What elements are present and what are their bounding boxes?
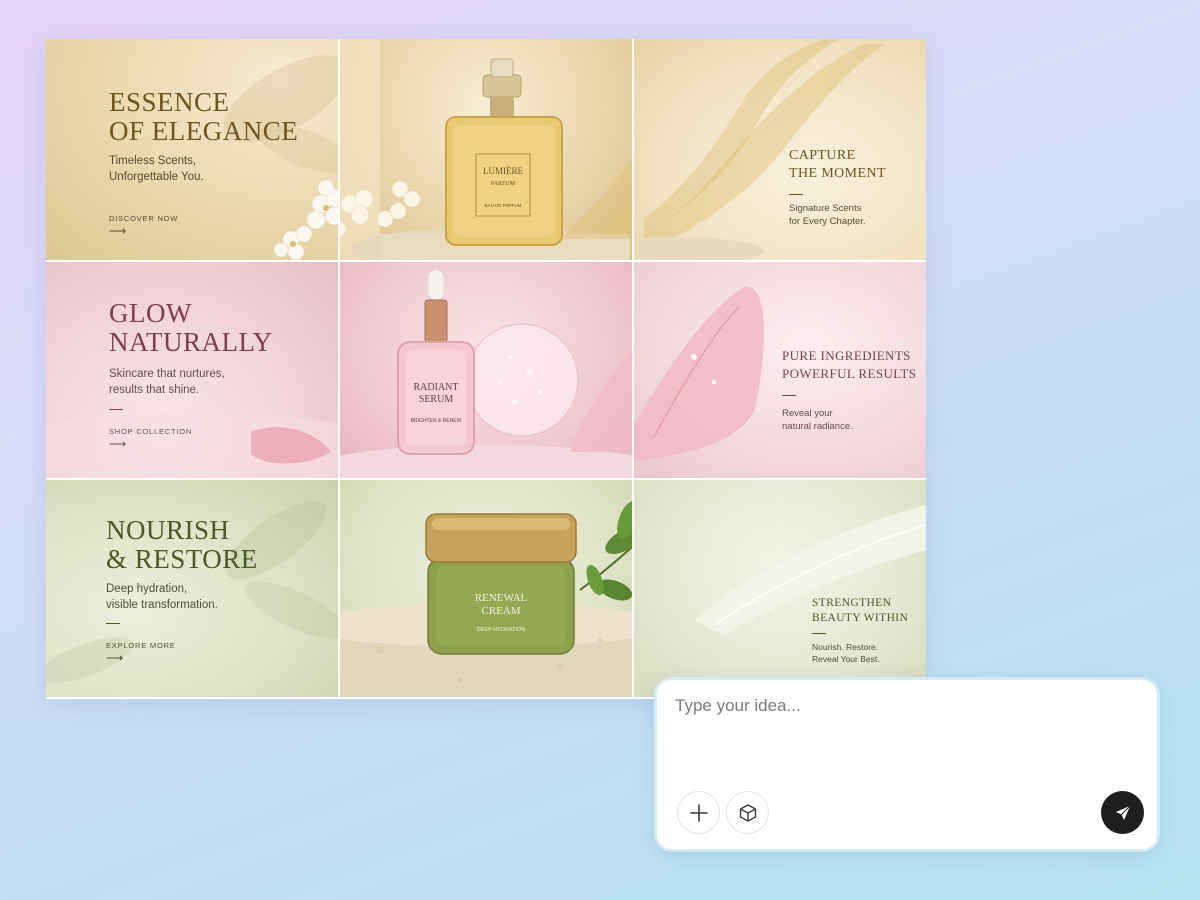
tile-headline: CAPTURE THE MOMENT — [789, 148, 886, 181]
divider-line — [812, 633, 826, 634]
model-selector-button[interactable] — [726, 791, 769, 834]
tile-pure-ingredients: PURE INGREDIENTS POWERFUL RESULTS Reveal… — [634, 262, 926, 478]
send-button[interactable] — [1101, 791, 1144, 834]
tile-headline: ESSENCE OF ELEGANCE — [109, 87, 299, 146]
arrow-right-icon[interactable]: ⟶ — [109, 224, 126, 238]
tile-headline: NOURISH & RESTORE — [106, 515, 258, 574]
jar-sub: DEEP HYDRATION — [477, 627, 525, 633]
tile-headline: STRENGTHEN BEAUTY WITHIN — [812, 597, 909, 624]
cube-icon — [739, 803, 756, 822]
divider-line — [109, 409, 123, 410]
tile-subline: Signature Scents for Every Chapter. — [789, 203, 866, 227]
perfume-bottle-image: LUMIÈRE PARFUM EAU DE PARFUM — [340, 39, 632, 260]
arrow-right-icon[interactable]: ⟶ — [106, 651, 123, 665]
shop-collection-link[interactable]: SHOP COLLECTION — [109, 427, 192, 436]
add-attachment-button[interactable] — [677, 791, 720, 834]
divider-line — [106, 623, 120, 624]
bottle-type: PARFUM — [491, 181, 516, 187]
serum-bottle-image: RADIANT SERUM BRIGHTEN & RENEW — [340, 269, 632, 478]
tile-subline: Nourish. Restore. Reveal Your Best. — [812, 642, 880, 664]
tile-essence-of-elegance: ESSENCE OF ELEGANCE Timeless Scents, Unf… — [46, 39, 338, 260]
tile-nourish-restore: NOURISH & RESTORE Deep hydration, visibl… — [46, 480, 338, 697]
arrow-right-icon[interactable]: ⟶ — [109, 437, 126, 451]
jar-name: RENEWAL CREAM — [475, 592, 528, 617]
discover-now-link[interactable]: DISCOVER NOW — [109, 214, 178, 223]
tile-headline: PURE INGREDIENTS POWERFUL RESULTS — [782, 348, 917, 381]
tile-capture-the-moment: CAPTURE THE MOMENT Signature Scents for … — [634, 39, 926, 260]
tile-renewal-cream: RENEWAL CREAM DEEP HYDRATION — [340, 480, 632, 697]
idea-input[interactable] — [675, 696, 1135, 776]
bottle-name: LUMIÈRE — [483, 166, 523, 176]
explore-more-link[interactable]: EXPLORE MORE — [106, 641, 176, 650]
bottle-name: RADIANT SERUM — [414, 382, 459, 405]
tile-subline: Skincare that nurtures, results that shi… — [109, 368, 225, 396]
cream-swatch-decor — [694, 505, 926, 635]
tile-lumiere-parfum: LUMIÈRE PARFUM EAU DE PARFUM — [340, 39, 632, 260]
tile-headline: GLOW NATURALLY — [109, 298, 273, 357]
bottle-sub: BRIGHTEN & RENEW — [411, 418, 462, 424]
tile-strengthen-beauty: STRENGTHEN BEAUTY WITHIN Nourish. Restor… — [634, 480, 926, 697]
divider-line — [789, 194, 803, 195]
tile-glow-naturally: GLOW NATURALLY Skincare that nurtures, r… — [46, 262, 338, 478]
white-flowers-decor — [273, 179, 338, 260]
plus-icon — [689, 803, 708, 822]
divider-line — [782, 395, 796, 396]
cream-jar-image: RENEWAL CREAM DEEP HYDRATION — [340, 500, 632, 697]
product-collage-grid: ESSENCE OF ELEGANCE Timeless Scents, Unf… — [46, 39, 926, 699]
tile-subline: Reveal your natural radiance. — [782, 408, 853, 432]
tile-radiant-serum: RADIANT SERUM BRIGHTEN & RENEW — [340, 262, 632, 478]
bottle-sub: EAU DE PARFUM — [485, 203, 522, 208]
tile-subline: Timeless Scents, Unforgettable You. — [109, 155, 204, 183]
tile-subline: Deep hydration, visible transformation. — [106, 583, 218, 611]
prompt-input-card — [654, 677, 1160, 852]
send-icon — [1115, 804, 1131, 820]
